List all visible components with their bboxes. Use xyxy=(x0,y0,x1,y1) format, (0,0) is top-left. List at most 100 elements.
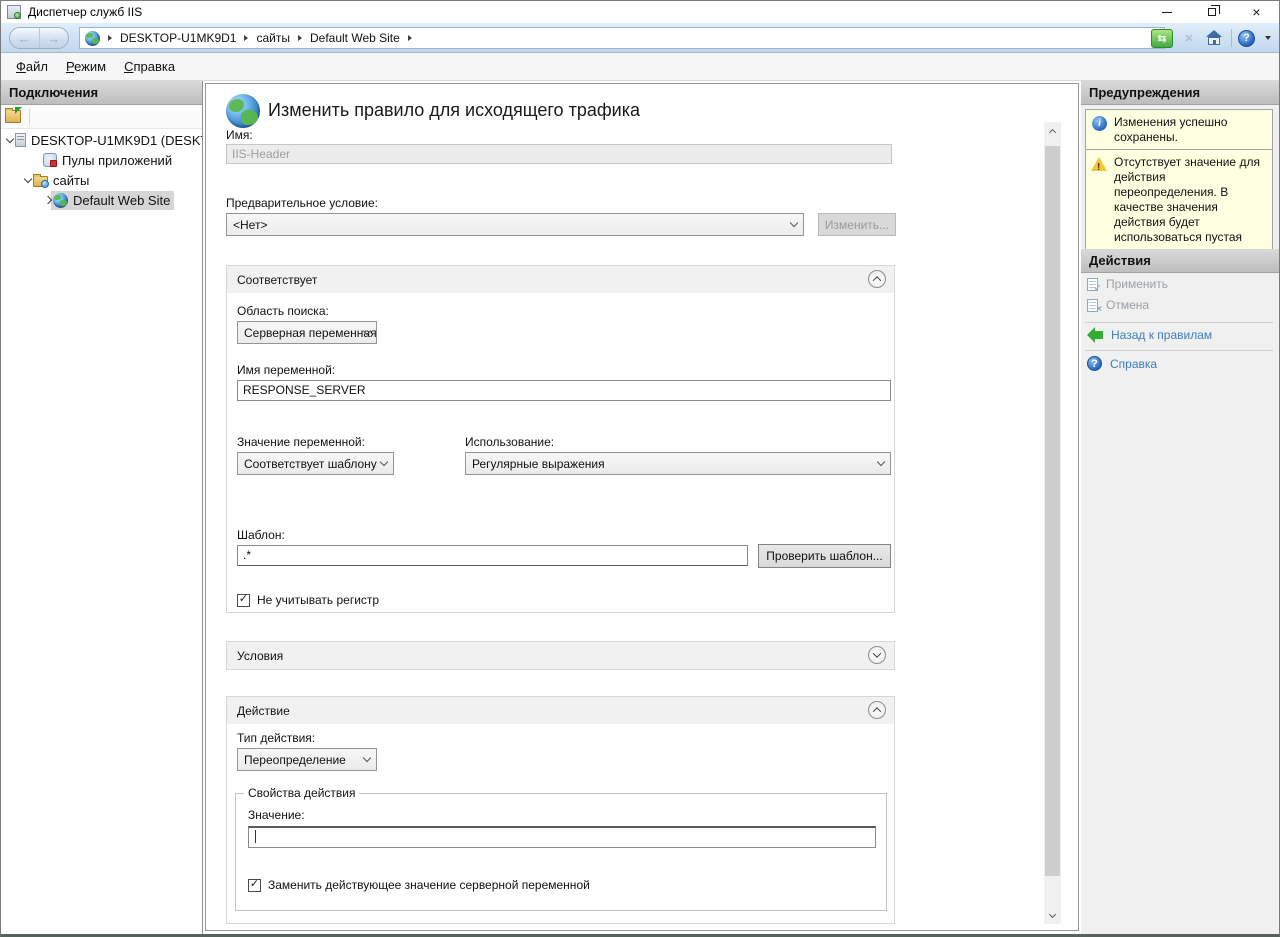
close-button[interactable]: × xyxy=(1234,1,1279,23)
tree-item-default-web-site[interactable]: Default Web Site xyxy=(1,190,202,210)
help-icon[interactable]: ? xyxy=(1238,30,1255,47)
warning-icon: ! xyxy=(1091,157,1107,171)
scroll-down-button[interactable] xyxy=(1044,907,1061,924)
chevron-up-icon xyxy=(873,707,881,715)
alerts-header: Предупреждения xyxy=(1081,81,1279,105)
page-title: Изменить правило для исходящего трафика xyxy=(268,100,640,121)
create-connection-icon[interactable] xyxy=(5,110,21,123)
toolbar-icons: ⇆ × ? xyxy=(1151,23,1279,53)
info-alert-text: Изменения успешно сохранены. xyxy=(1114,115,1227,144)
check-icon: ✓ xyxy=(1094,283,1102,294)
value-input[interactable] xyxy=(248,826,876,848)
variable-name-input[interactable]: RESPONSE_SERVER xyxy=(237,380,891,401)
usage-select[interactable]: Регулярные выражения xyxy=(465,452,891,475)
chevron-down-icon xyxy=(790,218,798,226)
replace-value-checkbox[interactable]: ✓ xyxy=(248,879,261,892)
main-scrollbar[interactable] xyxy=(1044,122,1061,924)
close-icon: × xyxy=(1096,304,1102,315)
precondition-value: <Нет> xyxy=(233,218,267,232)
breadcrumb-sites[interactable]: сайты xyxy=(256,31,290,45)
actions-separator xyxy=(1085,350,1273,351)
chevron-down-icon xyxy=(877,457,885,465)
back-icon: ← xyxy=(18,31,31,46)
window-title: Диспетчер служб IIS xyxy=(28,5,142,19)
variable-value-label: Значение переменной: xyxy=(237,435,365,449)
ignore-case-label: Не учитывать регистр xyxy=(257,593,379,607)
breadcrumb-arrow-icon xyxy=(298,35,302,41)
action-properties-group: Свойства действия Значение: ✓ Заменить д… xyxy=(235,793,887,911)
connections-toolbar xyxy=(1,105,202,129)
match-section-header[interactable]: Соответствует xyxy=(227,266,894,293)
menu-bar: Файл Режим Справка xyxy=(1,53,1279,81)
scrollbar-thumb[interactable] xyxy=(1045,146,1060,876)
pattern-input[interactable]: .* xyxy=(237,545,748,566)
replace-value-label: Заменить действующее значение серверной … xyxy=(268,878,590,892)
breadcrumb-server[interactable]: DESKTOP-U1MK9D1 xyxy=(120,31,236,45)
action-type-label: Тип действия: xyxy=(237,731,315,745)
help-dropdown-arrow-icon[interactable] xyxy=(1265,36,1271,40)
ignore-case-row: ✓ Не учитывать регистр xyxy=(237,593,379,607)
edit-precondition-button: Изменить... xyxy=(818,213,896,236)
minimize-button[interactable] xyxy=(1144,1,1189,23)
right-panel: Предупреждения i Изменения успешно сохра… xyxy=(1081,81,1279,934)
help-label[interactable]: Справка xyxy=(1110,357,1157,371)
scope-select[interactable]: Серверная переменная xyxy=(237,321,377,344)
connections-header: Подключения xyxy=(1,81,202,105)
stop-icon: × xyxy=(1179,29,1199,48)
scroll-up-button[interactable] xyxy=(1044,122,1061,139)
connections-panel: Подключения DESKTOP-U1MK9D1 (DESKTOP Пул… xyxy=(1,81,203,934)
breadcrumb-default-web-site[interactable]: Default Web Site xyxy=(310,31,400,45)
cancel-action: × Отмена xyxy=(1087,298,1149,312)
title-bar: Диспетчер служб IIS × xyxy=(1,1,1279,23)
action-section-title: Действие xyxy=(237,704,290,718)
precondition-select[interactable]: <Нет> xyxy=(226,213,804,236)
back-button[interactable]: ← xyxy=(10,28,40,48)
close-icon: × xyxy=(1252,5,1260,19)
tree-item-label: Default Web Site xyxy=(73,193,170,208)
collapse-section-button[interactable] xyxy=(868,270,886,288)
refresh-icon[interactable]: ⇆ xyxy=(1151,29,1173,48)
apply-action: ✓ Применить xyxy=(1087,277,1168,291)
ignore-case-checkbox[interactable]: ✓ xyxy=(237,594,250,607)
toolbar-separator xyxy=(29,109,30,125)
variable-value-value: Соответствует шаблону xyxy=(244,457,377,471)
action-type-select[interactable]: Переопределение xyxy=(237,748,377,771)
name-input: IIS-Header xyxy=(226,144,892,164)
tree-item-app-pools[interactable]: Пулы приложений xyxy=(1,150,202,170)
home-icon[interactable] xyxy=(1205,30,1223,46)
apply-label: Применить xyxy=(1106,277,1168,291)
test-pattern-button[interactable]: Проверить шаблон... xyxy=(758,544,891,568)
breadcrumb-arrow-icon xyxy=(108,35,112,41)
variable-value-select[interactable]: Соответствует шаблону xyxy=(237,452,394,475)
menu-file[interactable]: Файл xyxy=(7,55,57,78)
forward-button[interactable]: → xyxy=(40,28,69,48)
action-section-header[interactable]: Действие xyxy=(227,697,894,724)
tree-item-server[interactable]: DESKTOP-U1MK9D1 (DESKTOP xyxy=(1,130,202,150)
minimize-icon xyxy=(1162,12,1172,13)
warning-alert-text: Отсутствует значение для действия переоп… xyxy=(1114,155,1260,259)
tree-item-label: сайты xyxy=(53,173,89,188)
cancel-icon: × xyxy=(1087,299,1098,312)
back-to-rules-label[interactable]: Назад к правилам xyxy=(1111,328,1212,342)
back-to-rules-action[interactable]: Назад к правилам xyxy=(1087,328,1212,342)
help-action[interactable]: ? Справка xyxy=(1087,356,1157,371)
cancel-label: Отмена xyxy=(1106,298,1149,312)
usage-value: Регулярные выражения xyxy=(472,457,605,471)
action-properties-legend: Свойства действия xyxy=(244,786,359,800)
collapse-section-button[interactable] xyxy=(868,701,886,719)
menu-view[interactable]: Режим xyxy=(57,55,115,78)
site-globe-icon xyxy=(53,193,68,208)
tree-item-sites[interactable]: сайты xyxy=(1,170,202,190)
restore-button[interactable] xyxy=(1189,1,1234,23)
menu-help[interactable]: Справка xyxy=(115,55,184,78)
chevron-down-icon xyxy=(873,649,881,657)
chevron-up-icon xyxy=(873,276,881,284)
expand-section-button[interactable] xyxy=(868,646,886,664)
chevron-down-icon xyxy=(363,753,371,761)
address-bar[interactable]: DESKTOP-U1MK9D1 сайты Default Web Site xyxy=(79,27,1165,49)
help-circle-icon: ? xyxy=(1087,356,1102,371)
text-caret xyxy=(255,830,256,843)
navigation-toolbar: ← → DESKTOP-U1MK9D1 сайты Default Web Si… xyxy=(1,23,1279,53)
conditions-section-header[interactable]: Условия xyxy=(227,642,894,669)
globe-icon xyxy=(85,31,100,46)
